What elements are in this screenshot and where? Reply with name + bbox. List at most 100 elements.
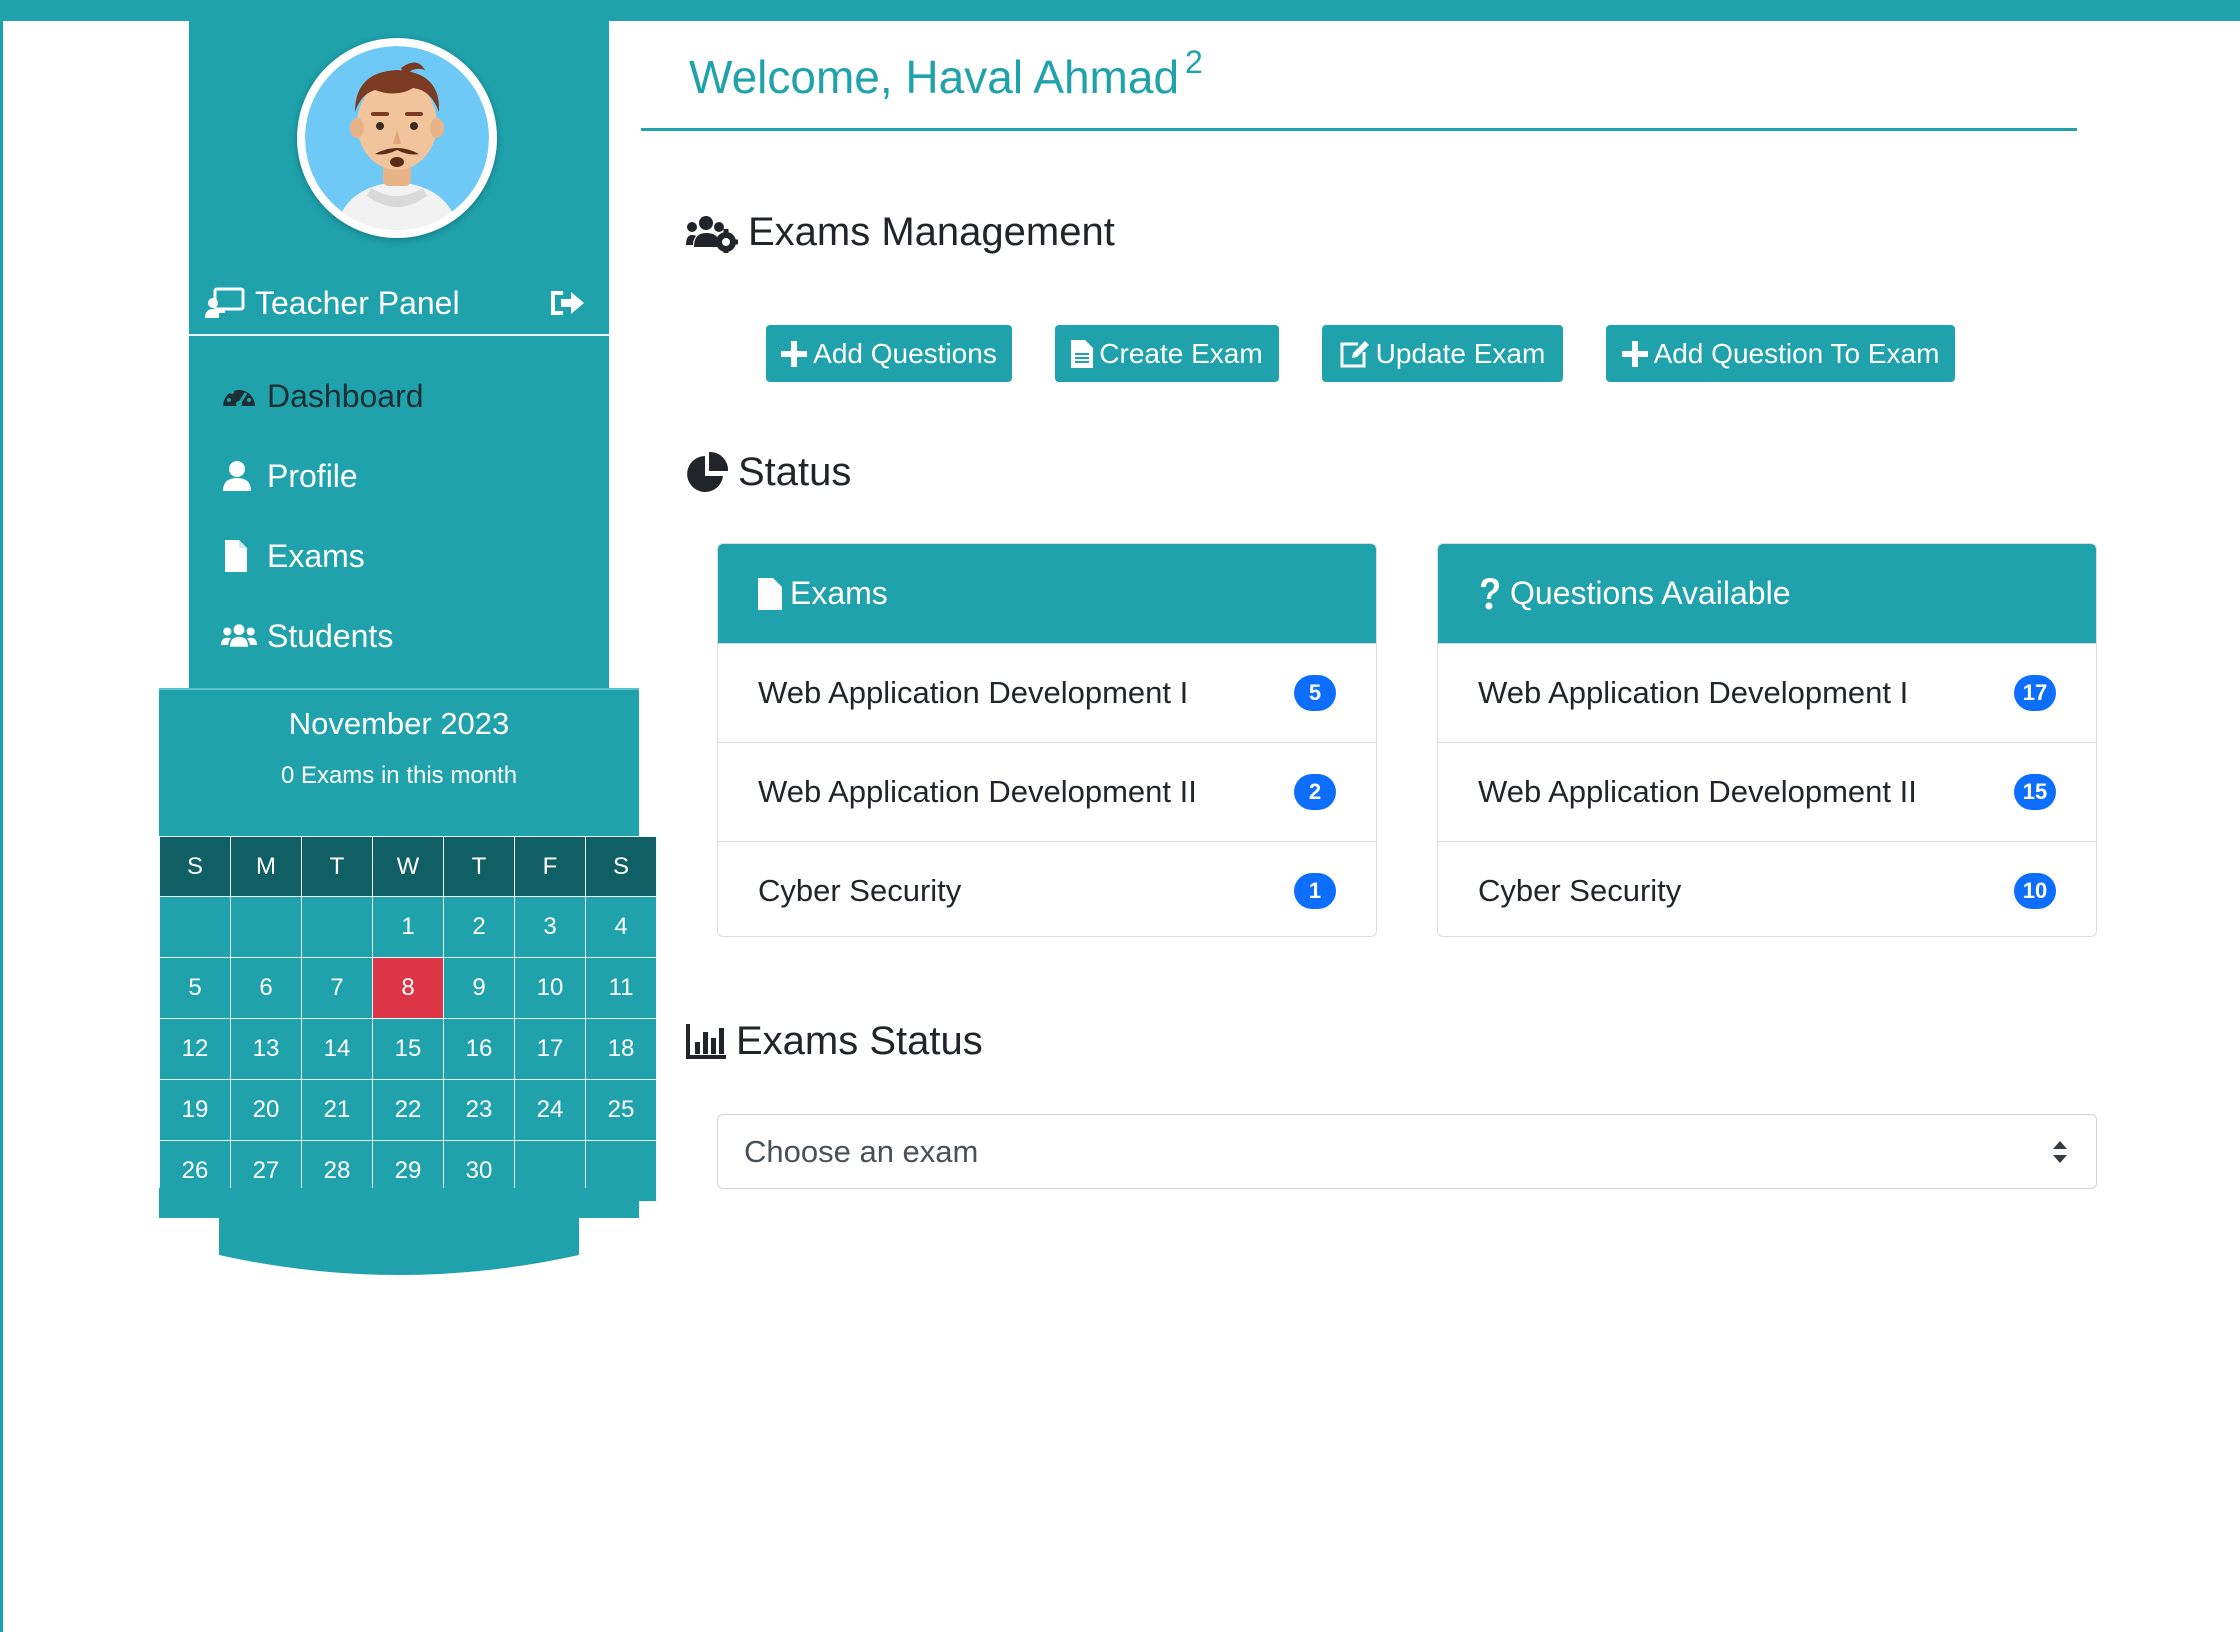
chalkboard-teacher-icon bbox=[205, 287, 245, 318]
list-item[interactable]: Web Application Development II 2 bbox=[718, 742, 1376, 841]
section-heading-text: Exams Management bbox=[748, 210, 1115, 254]
add-question-to-exam-button[interactable]: Add Question To Exam bbox=[1606, 325, 1955, 382]
tachometer-icon bbox=[223, 386, 255, 407]
calendar-day[interactable]: 13 bbox=[230, 1018, 302, 1080]
weekday-label: F bbox=[514, 836, 586, 897]
weekday-label: S bbox=[159, 836, 231, 897]
sidebar-item-label: Profile bbox=[267, 457, 358, 494]
calendar-day[interactable]: 10 bbox=[514, 957, 586, 1019]
calendar-ribbon-tail bbox=[219, 1215, 579, 1275]
list-item[interactable]: Web Application Development I 17 bbox=[1438, 643, 2096, 742]
section-heading-text: Status bbox=[738, 450, 852, 494]
calendar-week: 1 2 3 4 bbox=[159, 896, 657, 958]
exam-select[interactable]: Choose an exam bbox=[717, 1114, 2097, 1189]
create-exam-button[interactable]: Create Exam bbox=[1055, 325, 1279, 382]
card-header: Exams bbox=[718, 544, 1376, 643]
course-name: Web Application Development II bbox=[1478, 774, 1917, 809]
calendar-day[interactable]: 3 bbox=[514, 896, 586, 958]
calendar-week: 5 6 7 8 9 10 11 bbox=[159, 957, 657, 1019]
card-header: Questions Available bbox=[1438, 544, 2096, 643]
teacher-panel-header: Teacher Panel bbox=[205, 271, 593, 335]
title-underline bbox=[641, 128, 2077, 131]
avatar[interactable] bbox=[297, 38, 497, 238]
calendar-day[interactable]: 15 bbox=[372, 1018, 444, 1080]
sign-out-icon[interactable] bbox=[549, 287, 587, 319]
calendar-day[interactable]: 2 bbox=[443, 896, 515, 958]
status-heading: Status bbox=[686, 450, 851, 495]
calendar-day[interactable]: 17 bbox=[514, 1018, 586, 1080]
calendar-day bbox=[301, 896, 373, 958]
weekday-row: S M T W T F S bbox=[159, 836, 657, 897]
calendar-grid: S M T W T F S 1 2 3 4 5 6 7 8 9 10 11 12… bbox=[159, 836, 657, 1202]
weekday-label: T bbox=[301, 836, 373, 897]
count-badge: 10 bbox=[2014, 873, 2056, 909]
calendar-day[interactable]: 11 bbox=[585, 957, 657, 1019]
panel-title: Teacher Panel bbox=[255, 284, 460, 321]
exam-name: Web Application Development II bbox=[758, 774, 1197, 809]
list-item[interactable]: Cyber Security 10 bbox=[1438, 841, 2096, 936]
sidebar-nav: Dashboard Profile Exams Students bbox=[221, 356, 601, 676]
sidebar-item-exams[interactable]: Exams bbox=[221, 516, 601, 596]
calendar-day[interactable]: 5 bbox=[159, 957, 231, 1019]
weekday-label: T bbox=[443, 836, 515, 897]
calendar-day[interactable]: 25 bbox=[585, 1079, 657, 1141]
update-exam-button[interactable]: Update Exam bbox=[1322, 325, 1563, 382]
calendar-week: 19 20 21 22 23 24 25 bbox=[159, 1079, 657, 1141]
calendar-day[interactable]: 7 bbox=[301, 957, 373, 1019]
section-heading-text: Exams Status bbox=[736, 1019, 983, 1063]
weekday-label: S bbox=[585, 836, 657, 897]
button-label: Update Exam bbox=[1375, 337, 1546, 369]
calendar-day[interactable]: 1 bbox=[372, 896, 444, 958]
edit-icon bbox=[1340, 340, 1369, 367]
sidebar-item-label: Exams bbox=[267, 537, 365, 574]
exams-card: Exams Web Application Development I 5 We… bbox=[717, 543, 1377, 937]
notification-count[interactable]: 2 bbox=[1185, 44, 1203, 80]
calendar-day[interactable]: 12 bbox=[159, 1018, 231, 1080]
card-title: Questions Available bbox=[1510, 575, 1791, 611]
users-cog-icon bbox=[686, 215, 738, 253]
list-item[interactable]: Cyber Security 1 bbox=[718, 841, 1376, 936]
count-badge: 1 bbox=[1294, 873, 1336, 909]
calendar-day[interactable]: 21 bbox=[301, 1079, 373, 1141]
sidebar-item-dashboard[interactable]: Dashboard bbox=[221, 356, 601, 436]
calendar-exam-count: 0 Exams in this month bbox=[280, 762, 518, 789]
list-item[interactable]: Web Application Development I 5 bbox=[718, 643, 1376, 742]
calendar-day[interactable]: 23 bbox=[443, 1079, 515, 1141]
sidebar-item-label: Dashboard bbox=[267, 377, 424, 414]
plus-icon bbox=[1621, 340, 1648, 367]
calendar-day[interactable]: 19 bbox=[159, 1079, 231, 1141]
calendar-day[interactable]: 16 bbox=[443, 1018, 515, 1080]
calendar-day[interactable]: 4 bbox=[585, 896, 657, 958]
add-questions-button[interactable]: Add Questions bbox=[766, 325, 1012, 382]
sidebar: Teacher Panel Dashboard Profile Exams St… bbox=[189, 21, 609, 688]
calendar-day[interactable]: 24 bbox=[514, 1079, 586, 1141]
calendar-day-today[interactable]: 8 bbox=[372, 957, 444, 1019]
sidebar-item-label: Students bbox=[267, 617, 394, 654]
file-icon bbox=[225, 540, 247, 572]
exams-status-heading: Exams Status bbox=[686, 1019, 983, 1064]
list-item[interactable]: Web Application Development II 15 bbox=[1438, 742, 2096, 841]
sidebar-item-students[interactable]: Students bbox=[221, 596, 601, 676]
weekday-label: W bbox=[372, 836, 444, 897]
calendar-day[interactable]: 9 bbox=[443, 957, 515, 1019]
sidebar-item-profile[interactable]: Profile bbox=[221, 436, 601, 516]
count-badge: 15 bbox=[2014, 774, 2056, 810]
card-title: Exams bbox=[790, 575, 888, 611]
calendar-day[interactable]: 18 bbox=[585, 1018, 657, 1080]
exams-management-heading: Exams Management bbox=[686, 210, 1115, 255]
button-label: Add Question To Exam bbox=[1653, 337, 1940, 369]
user-avatar-icon bbox=[305, 46, 489, 230]
file-icon bbox=[758, 577, 782, 610]
pie-chart-icon bbox=[687, 451, 728, 492]
calendar-widget: November 2023 0 Exams in this month S M … bbox=[159, 688, 657, 1275]
calendar-week: 12 13 14 15 16 17 18 bbox=[159, 1018, 657, 1080]
course-name: Cyber Security bbox=[1478, 873, 1682, 908]
calendar-day[interactable]: 22 bbox=[372, 1079, 444, 1141]
top-accent-bar bbox=[0, 0, 2240, 21]
calendar-day[interactable]: 6 bbox=[230, 957, 302, 1019]
question-icon bbox=[1481, 577, 1499, 609]
calendar-day[interactable]: 14 bbox=[301, 1018, 373, 1080]
calendar-day[interactable]: 20 bbox=[230, 1079, 302, 1141]
select-value: Choose an exam bbox=[744, 1133, 979, 1169]
count-badge: 2 bbox=[1294, 774, 1336, 810]
